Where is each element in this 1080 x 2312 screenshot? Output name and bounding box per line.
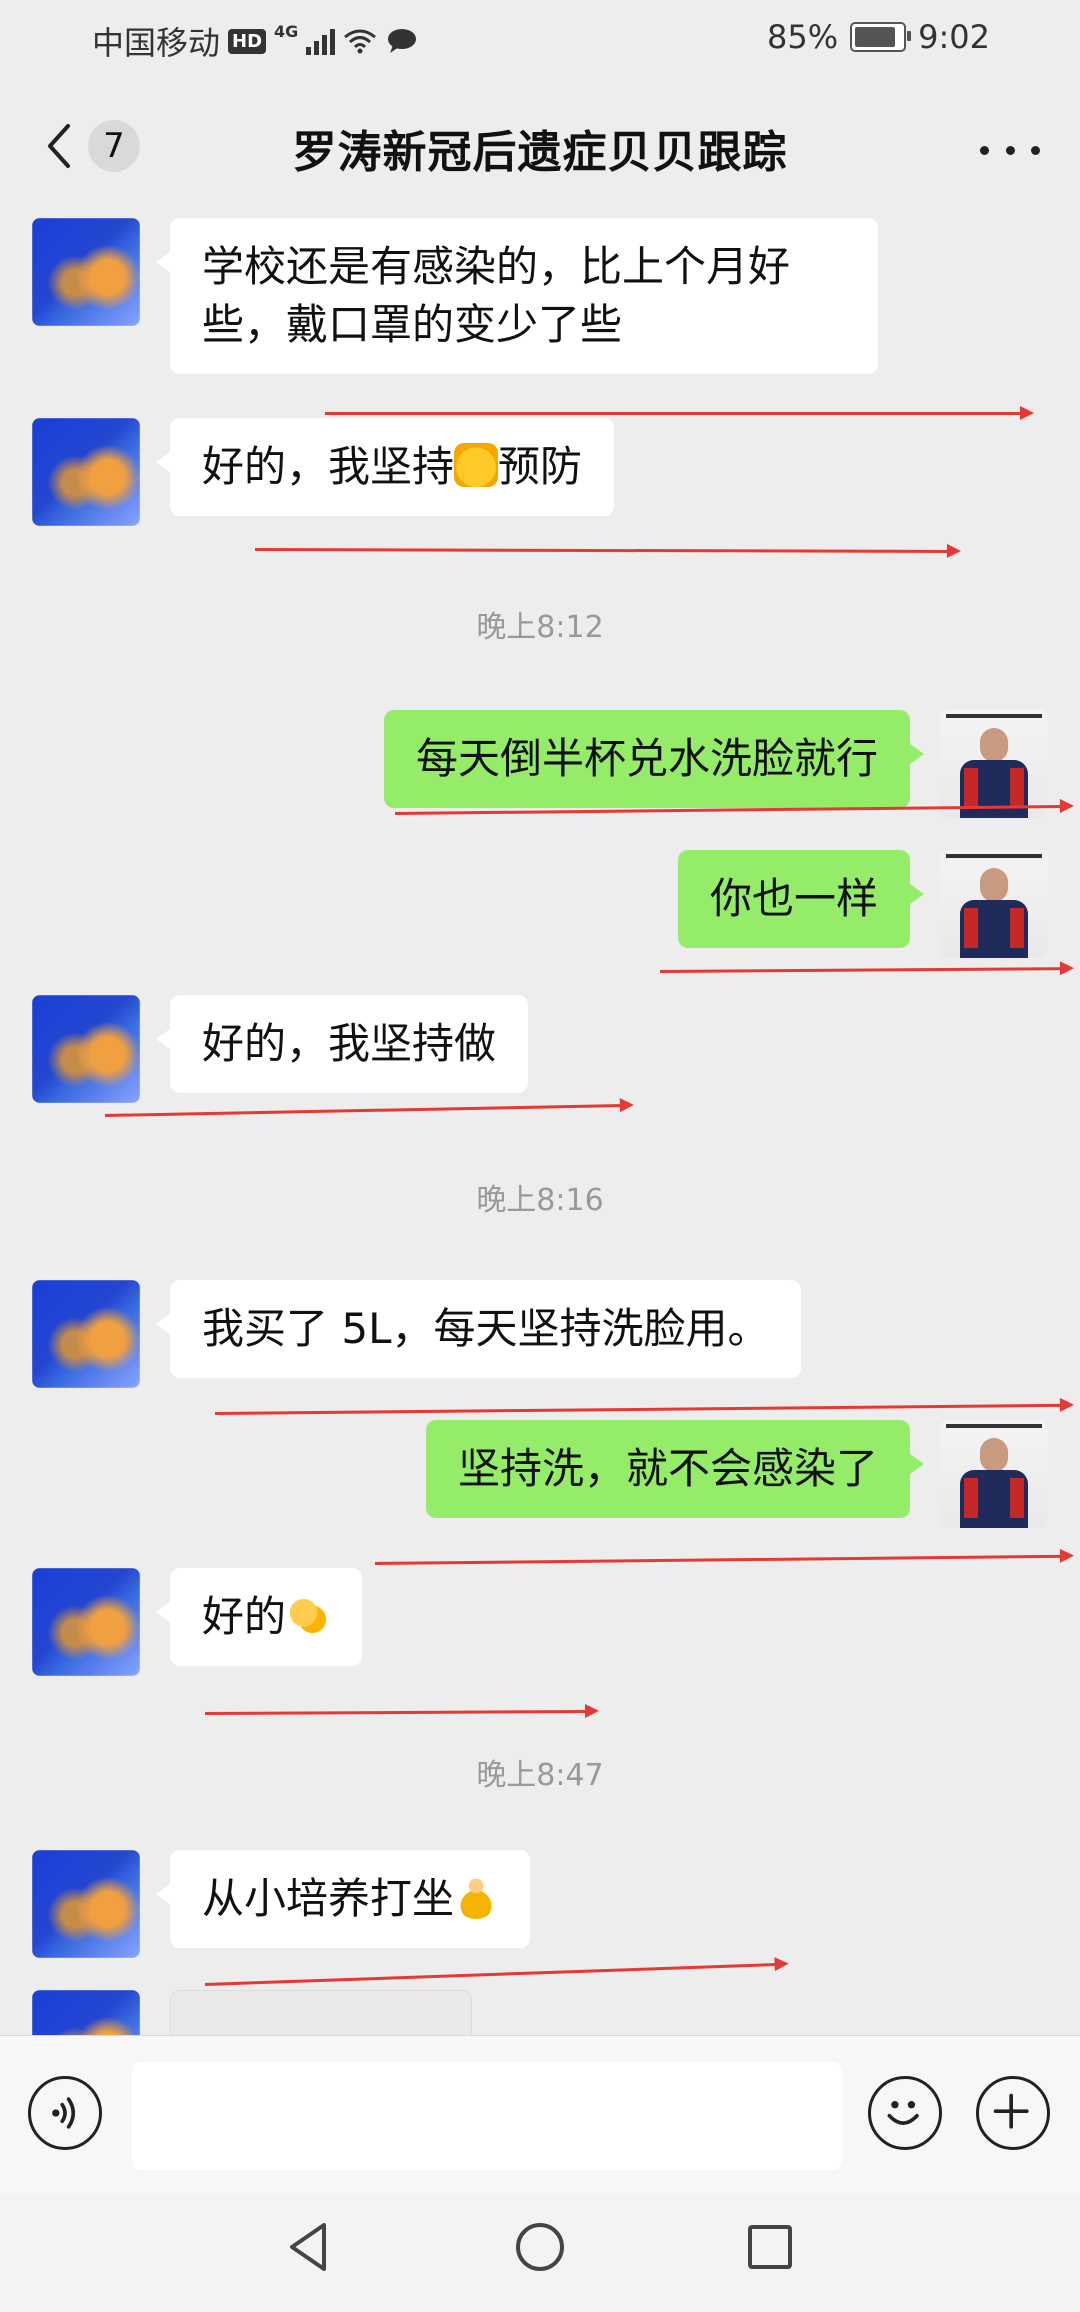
red-annotation-line (104, 1103, 630, 1117)
red-annotation-line (659, 967, 1071, 973)
message-text: 每天倒半杯兑水洗脸就行 (415, 734, 878, 783)
nav-back-icon[interactable] (280, 2217, 340, 2277)
red-annotation-line (254, 548, 958, 553)
message-bubble[interactable]: 学校还是有感染的，比上个月好些，戴口罩的变少了些 (156, 218, 878, 374)
image-message[interactable] (170, 1990, 472, 2035)
message-bubble[interactable]: 你也一样 (677, 850, 925, 948)
message-icon (388, 29, 417, 53)
user-avatar[interactable] (940, 710, 1048, 818)
contact-avatar[interactable] (32, 1568, 140, 1676)
nav-recent-icon[interactable] (740, 2217, 800, 2277)
message-bubble[interactable]: 我买了 5L，每天坚持洗脸用。 (155, 1280, 802, 1378)
time-divider: 晚上8:47 (476, 1758, 604, 1793)
battery-icon (850, 22, 912, 52)
red-annotation-line (204, 1709, 596, 1715)
person-in-lotus-position-emoji (454, 1875, 499, 1919)
wifi-icon (344, 29, 377, 54)
message-bubble[interactable]: 好的，我坚持 预防 (155, 418, 615, 516)
more-icon[interactable] (980, 120, 1040, 180)
message-list[interactable]: 学校还是有感染的，比上个月好些，戴口罩的变少了些 好的，我坚持 预防 晚上8:12… (0, 210, 1080, 2035)
smiley-icon[interactable] (868, 2076, 942, 2150)
time-divider: 晚上8:12 (476, 610, 604, 645)
red-annotation-line (374, 1554, 1070, 1565)
user-avatar[interactable] (940, 1420, 1048, 1528)
contact-avatar[interactable] (32, 418, 140, 526)
contact-avatar[interactable] (32, 995, 140, 1103)
message-text: 从小培养打坐 (202, 1874, 455, 1923)
message-text: 好的 (202, 1592, 287, 1641)
ok-hand-emoji (286, 1593, 331, 1637)
status-right: 85% 9:02 (767, 18, 990, 56)
battery-percent: 85% (767, 18, 839, 56)
signal-icon (306, 27, 336, 55)
contact-avatar[interactable] (32, 1990, 140, 2035)
message-text: 坚持洗，就不会感染了 (457, 1444, 878, 1493)
fist-emoji (454, 443, 499, 487)
carrier-name: 中国移动 (92, 24, 221, 62)
message-bubble[interactable]: 好的，我坚持做 (155, 995, 529, 1093)
message-bubble[interactable]: 从小培养打坐 (155, 1850, 531, 1948)
message-bubble[interactable]: 每天倒半杯兑水洗脸就行 (383, 710, 925, 808)
message-text: 学校还是有感染的，比上个月好些，戴口罩的变少了些 (202, 242, 791, 349)
message-text: 好的，我坚持 (202, 442, 455, 491)
chat-title: 罗涛新冠后遗症贝贝跟踪 (292, 127, 788, 178)
plus-icon[interactable] (976, 2076, 1050, 2150)
network-type: 4G (274, 21, 299, 41)
hd-icon: HD (228, 28, 267, 54)
red-annotation-line (325, 406, 1034, 420)
status-bar: 中国移动 HD 4G 85% 9:02 (0, 0, 1080, 80)
message-bubble[interactable]: 坚持洗，就不会感染了 (425, 1420, 925, 1518)
message-text: 预防 (498, 442, 583, 491)
status-left: 中国移动 HD 4G (92, 18, 419, 64)
time-divider: 晚上8:16 (476, 1183, 604, 1218)
message-bubble[interactable]: 好的 (155, 1568, 363, 1666)
contact-avatar[interactable] (32, 218, 140, 326)
system-nav-bar (0, 2195, 1080, 2312)
message-text: 我买了 5L，每天坚持洗脸用。 (202, 1304, 770, 1353)
message-text: 你也一样 (709, 874, 878, 923)
chat-header: 7 罗涛新冠后遗症贝贝跟踪 (0, 80, 1080, 210)
nav-home-icon[interactable] (510, 2217, 570, 2277)
message-input[interactable] (132, 2062, 842, 2170)
voice-icon[interactable] (28, 2076, 102, 2150)
message-text: 好的，我坚持做 (202, 1019, 497, 1068)
red-annotation-line (204, 1962, 785, 1986)
contact-avatar[interactable] (32, 1280, 140, 1388)
contact-avatar[interactable] (32, 1850, 140, 1958)
input-bar (0, 2035, 1080, 2196)
user-avatar[interactable] (940, 850, 1048, 958)
clock: 9:02 (918, 18, 990, 56)
red-annotation-line (214, 1403, 1070, 1415)
